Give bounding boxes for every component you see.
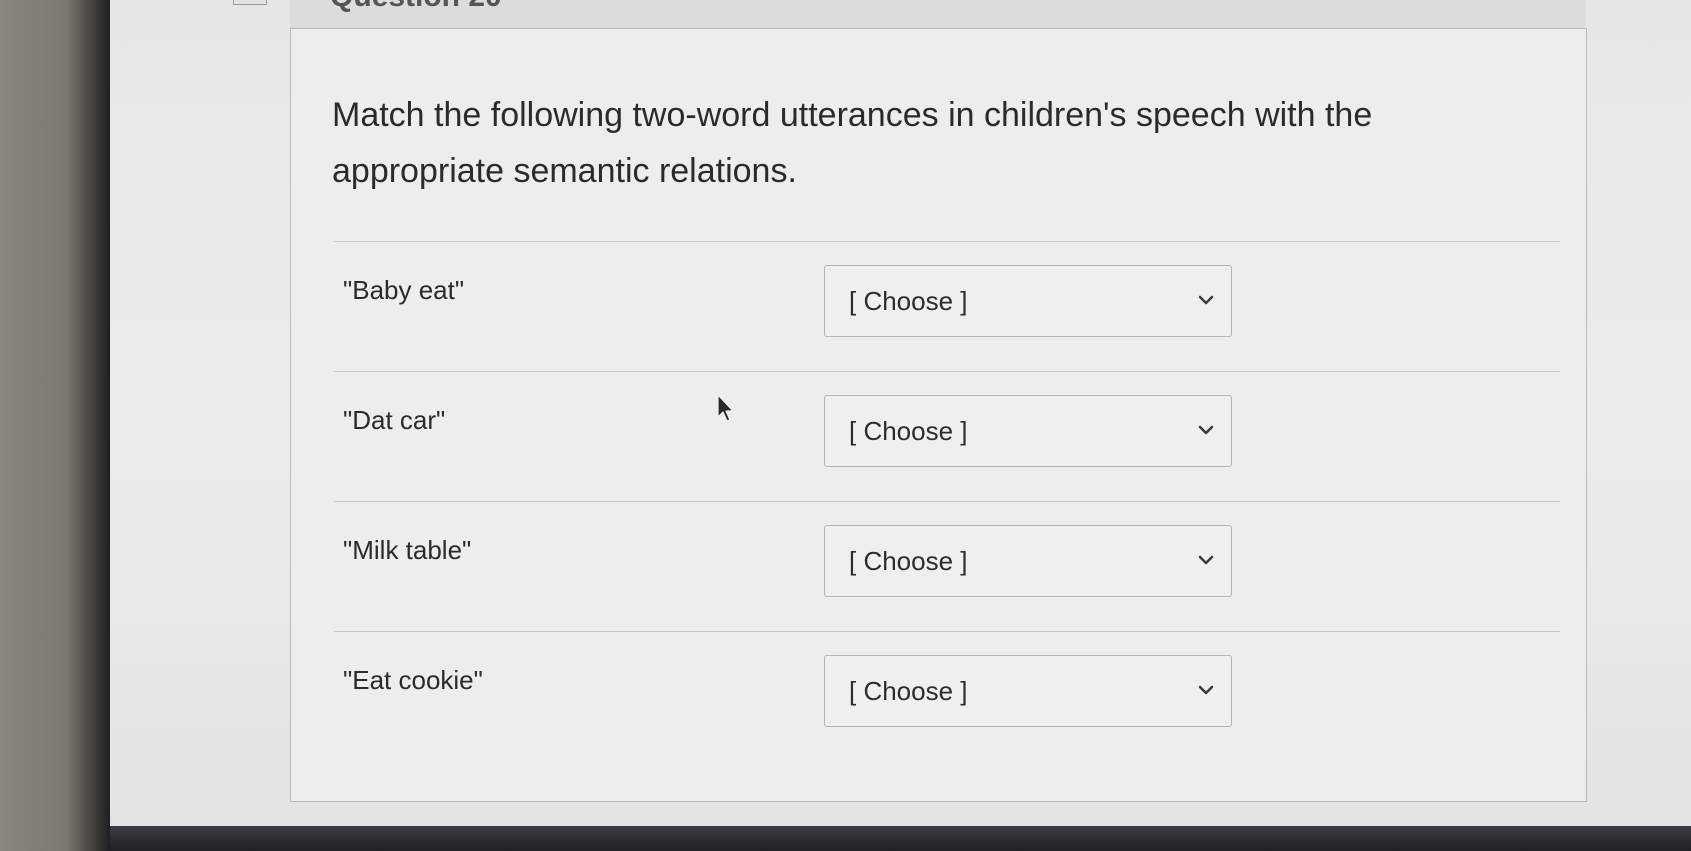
select-value: [ Choose ] [849,416,968,446]
semantic-relation-select[interactable]: [ Choose ] [824,655,1232,727]
select-value: [ Choose ] [849,546,968,576]
divider [334,631,1560,632]
chevron-down-icon [1198,685,1214,695]
utterance-label: "Baby eat" [343,275,465,305]
question-header: Question 20 [290,0,1586,29]
answer-row-2: "Dat car" [ Choose ] [291,395,1588,515]
monitor-bezel-bottom [110,826,1691,851]
divider [334,501,1560,502]
select-value: [ Choose ] [849,286,968,316]
utterance-label: "Eat cookie" [343,665,483,695]
answer-row-3: "Milk table" [ Choose ] [291,525,1588,645]
divider [334,241,1560,242]
answer-row-4: "Eat cookie" [ Choose ] [291,655,1588,775]
utterance-label: "Dat car" [343,405,446,435]
question-header-title: Question 20 [330,0,502,14]
monitor-bezel-left [0,0,110,851]
divider [334,371,1560,372]
select-value: [ Choose ] [849,676,968,706]
semantic-relation-select[interactable]: [ Choose ] [824,525,1232,597]
chevron-down-icon [1198,555,1214,565]
answer-row-1: "Baby eat" [ Choose ] [291,265,1588,385]
chevron-down-icon [1198,425,1214,435]
chevron-down-icon [1198,295,1214,305]
semantic-relation-select[interactable]: [ Choose ] [824,395,1232,467]
utterance-label: "Milk table" [343,535,472,565]
question-card: Match the following two-word utterances … [290,28,1587,802]
mouse-cursor-icon [717,394,734,422]
semantic-relation-select[interactable]: [ Choose ] [824,265,1232,337]
previous-element-edge [233,0,267,5]
question-prompt: Match the following two-word utterances … [332,96,1373,190]
